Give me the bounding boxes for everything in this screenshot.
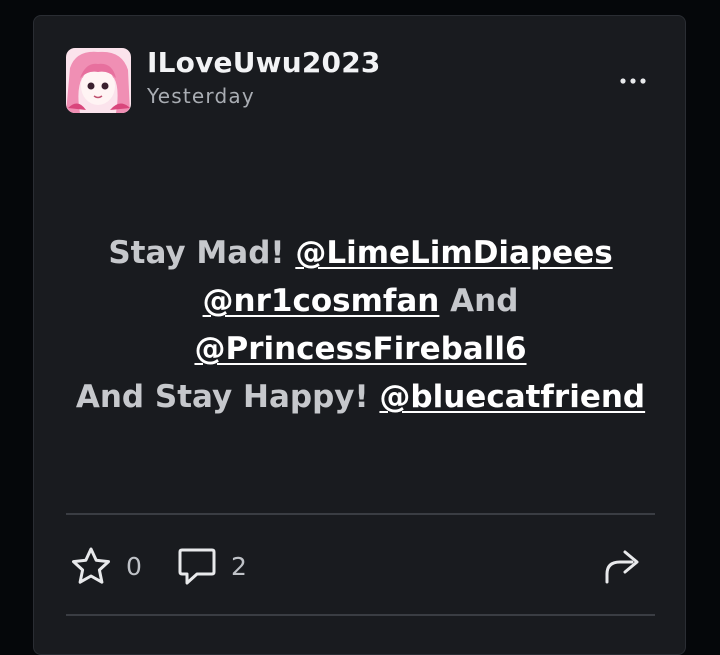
more-options-button[interactable] xyxy=(616,68,650,94)
share-icon xyxy=(605,550,639,584)
post-line: @PrincessFireball6 xyxy=(44,325,677,373)
post-timestamp: Yesterday xyxy=(147,84,255,108)
author-avatar[interactable] xyxy=(66,48,131,113)
mention-link[interactable]: @LimeLimDiapees xyxy=(295,235,612,271)
share-button[interactable] xyxy=(602,546,642,586)
avatar-image xyxy=(66,48,131,113)
divider-top xyxy=(66,513,655,515)
mention-link[interactable]: @bluecatfriend xyxy=(379,379,645,415)
post-line: And Stay Happy! @bluecatfriend xyxy=(44,373,677,421)
post-text: And xyxy=(439,283,519,319)
post-line: @nr1cosmfan And xyxy=(44,277,677,325)
post-text: Stay Mad! xyxy=(108,235,296,271)
favorite-count: 0 xyxy=(126,551,142,581)
mention-link[interactable]: @nr1cosmfan xyxy=(203,283,440,319)
post-card: ILoveUwu2023 Yesterday Stay Mad! @LimeLi… xyxy=(33,15,686,655)
more-dots-icon xyxy=(620,78,646,84)
post-text: And Stay Happy! xyxy=(75,379,380,415)
favorite-button[interactable]: 0 xyxy=(70,546,142,586)
post-line: Stay Mad! @LimeLimDiapees xyxy=(44,229,677,277)
author-name[interactable]: ILoveUwu2023 xyxy=(147,46,381,79)
mention-link[interactable]: @PrincessFireball6 xyxy=(194,331,526,367)
divider-bottom xyxy=(66,614,655,616)
star-icon xyxy=(72,547,110,584)
post-content: Stay Mad! @LimeLimDiapees @nr1cosmfan And… xyxy=(44,229,677,421)
comment-button[interactable]: 2 xyxy=(177,546,247,586)
comment-icon xyxy=(178,548,216,585)
comment-count: 2 xyxy=(231,551,247,581)
